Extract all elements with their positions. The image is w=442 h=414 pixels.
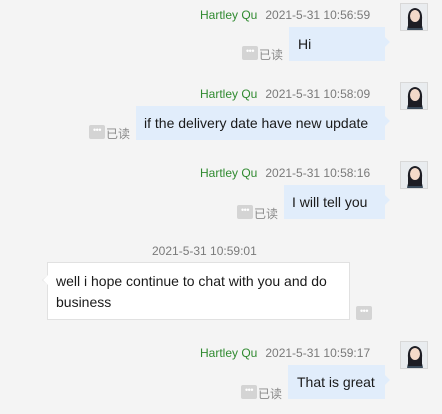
more-options-icon[interactable]: ••• [241, 385, 257, 399]
avatar[interactable] [400, 341, 428, 369]
read-status: 已读 [259, 48, 284, 62]
message-header: Hartley Qu 2021-5-31 10:58:09 [200, 87, 370, 101]
message-timestamp: 2021-5-31 10:56:59 [265, 8, 371, 22]
read-status: 已读 [254, 207, 279, 221]
sender-name[interactable]: Hartley Qu [200, 346, 257, 360]
read-status: 已读 [258, 387, 283, 401]
avatar[interactable] [400, 3, 428, 31]
avatar-image [401, 83, 427, 109]
message-text: Hi [298, 36, 312, 52]
avatar-image [401, 162, 427, 188]
message-header: Hartley Qu 2021-5-31 10:59:17 [200, 346, 370, 360]
message-timestamp: 2021-5-31 10:59:01 [152, 244, 257, 258]
avatar[interactable] [400, 161, 428, 189]
more-options-icon[interactable]: ••• [89, 125, 105, 139]
more-options-icon[interactable]: ••• [242, 46, 258, 60]
message-timestamp: 2021-5-31 10:59:17 [265, 346, 371, 360]
sender-name[interactable]: Hartley Qu [200, 166, 257, 180]
message-header: Hartley Qu 2021-5-31 10:58:16 [200, 166, 370, 180]
read-status: 已读 [106, 127, 131, 141]
more-options-icon[interactable]: ••• [237, 205, 253, 219]
avatar-image [401, 342, 427, 368]
message-bubble[interactable]: That is great [288, 365, 390, 399]
message-timestamp: 2021-5-31 10:58:09 [265, 87, 371, 101]
sender-name[interactable]: Hartley Qu [200, 8, 257, 22]
message-text: I will tell you [292, 194, 368, 210]
sender-name[interactable]: Hartley Qu [200, 87, 257, 101]
message-bubble[interactable]: I will tell you [284, 185, 390, 219]
message-header: Hartley Qu 2021-5-31 10:56:59 [200, 8, 370, 22]
message-timestamp: 2021-5-31 10:58:16 [265, 166, 371, 180]
message-text: well i hope continue to chat with you an… [56, 273, 327, 310]
message-text: That is great [297, 374, 375, 390]
avatar[interactable] [400, 82, 428, 110]
avatar-image [401, 4, 427, 30]
message-bubble[interactable]: if the delivery date have new update [136, 106, 390, 140]
message-bubble[interactable]: Hi [289, 27, 390, 61]
message-text: if the delivery date have new update [144, 115, 369, 131]
more-options-icon[interactable]: ••• [356, 306, 372, 320]
message-bubble[interactable]: well i hope continue to chat with you an… [42, 262, 350, 320]
